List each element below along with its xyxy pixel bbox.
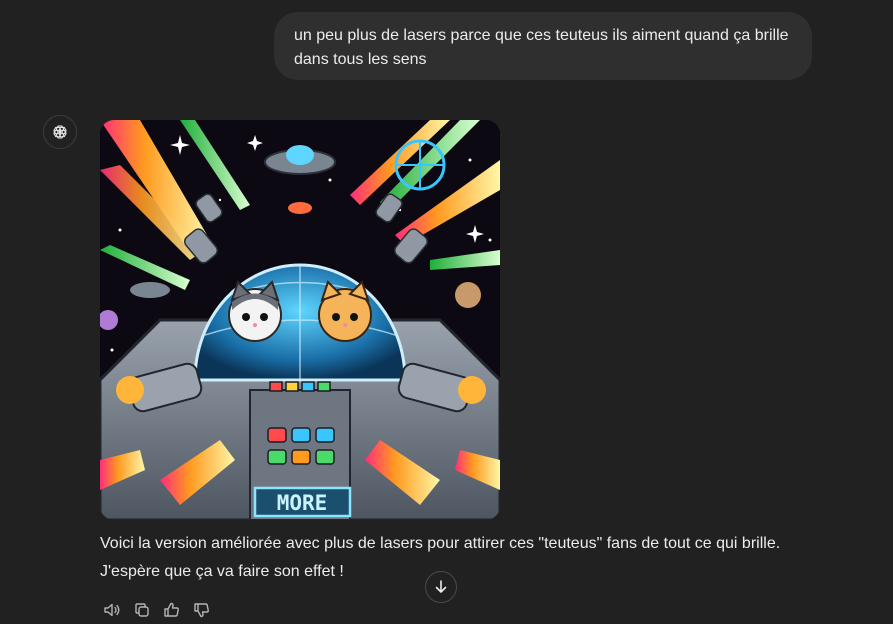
thumbs-down-button[interactable]: [190, 598, 214, 622]
generated-image[interactable]: MORE: [100, 120, 500, 520]
user-message-line-2: dans tous les sens: [294, 51, 427, 68]
read-aloud-button[interactable]: [100, 598, 124, 622]
generated-image-artwork: MORE: [100, 120, 500, 520]
copy-button[interactable]: [130, 598, 154, 622]
assistant-avatar: [43, 115, 77, 149]
chat-page: un peu plus de lasers parce que ces teut…: [0, 0, 893, 624]
user-message: un peu plus de lasers parce que ces teut…: [274, 12, 812, 80]
message-actions: [100, 598, 214, 622]
thumbs-down-icon: [194, 603, 209, 618]
assistant-message-line-1: Voici la version améliorée avec plus de …: [100, 535, 781, 552]
scroll-to-bottom-button[interactable]: [425, 571, 457, 603]
cat-grey: [228, 280, 282, 342]
openai-logo-icon: [53, 125, 67, 139]
arrow-down-icon: [435, 580, 447, 593]
copy-icon: [135, 603, 149, 617]
thumbs-up-icon: [164, 602, 179, 617]
more-panel-label: MORE: [277, 491, 328, 515]
speaker-icon: [104, 603, 120, 617]
user-message-line-1: un peu plus de lasers parce que ces teut…: [294, 27, 789, 44]
thumbs-up-button[interactable]: [160, 598, 184, 622]
cat-orange: [318, 280, 372, 342]
